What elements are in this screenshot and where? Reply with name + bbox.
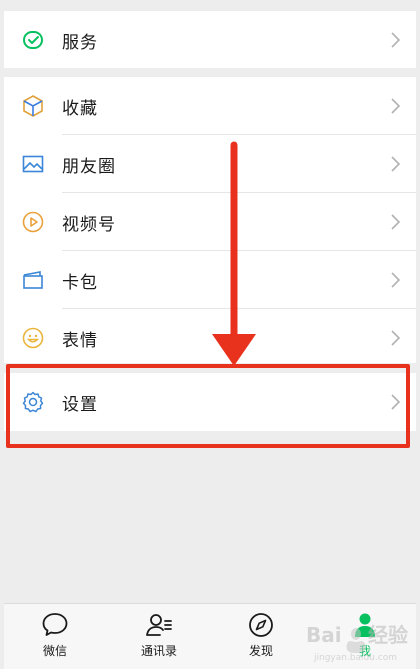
annotation-arrow [212,141,256,366]
